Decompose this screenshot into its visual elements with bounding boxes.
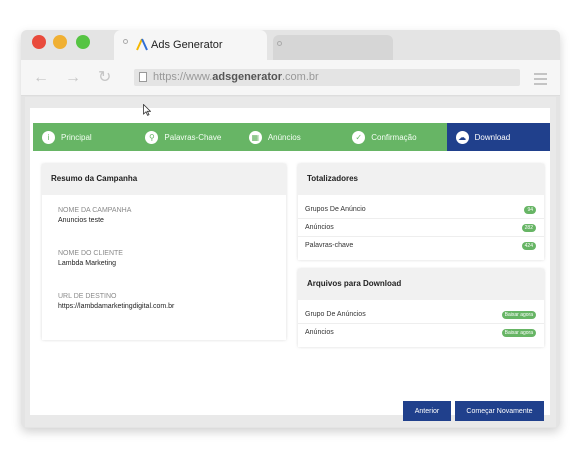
step-palavras-chave[interactable]: ⚲ Palavras-Chave [136, 123, 239, 151]
totals-card: Totalizadores Grupos De Anúncio 94 Anúnc… [298, 164, 544, 260]
downloads-list: Grupo De Anúncios Baixar agora Anúncios … [298, 300, 544, 342]
address-url: https://www.adsgenerator.com.br [153, 71, 319, 83]
card-title: Totalizadores [298, 164, 544, 195]
search-icon: ⚲ [145, 130, 159, 144]
minimize-window-button[interactable] [53, 35, 67, 49]
list-item: Palavras-chave 424 [298, 237, 544, 255]
check-circle-icon: ✓ [352, 130, 366, 144]
address-bar[interactable]: https://www.adsgenerator.com.br [134, 69, 520, 86]
step-principal[interactable]: i Principal [33, 123, 136, 151]
campaign-name-label: Nome da Campanha [58, 207, 132, 214]
tab-close-icon[interactable] [123, 39, 128, 44]
browser-tab-new[interactable] [273, 35, 393, 60]
close-window-button[interactable] [32, 35, 46, 49]
grid-icon: ▦ [248, 130, 262, 144]
file-label: Anúncios [305, 329, 334, 336]
count-badge: 424 [521, 242, 536, 250]
step-label: Principal [61, 132, 92, 142]
document-icon [139, 72, 147, 82]
step-label: Confirmação [371, 132, 417, 142]
total-label: Grupos De Anúncio [305, 206, 366, 213]
client-name-label: Nome do Cliente [58, 250, 123, 257]
wizard-steps: i Principal ⚲ Palavras-Chave ▦ Anúncios … [33, 123, 551, 151]
mouse-cursor-icon [143, 104, 151, 116]
ads-generator-logo-icon [136, 38, 148, 51]
totals-list: Grupos De Anúncio 94 Anúncios 282 Palavr… [298, 195, 544, 255]
card-title: Arquivos para Download [298, 269, 544, 300]
back-arrow-icon[interactable]: ← [33, 70, 49, 86]
step-download[interactable]: ☁ Download [446, 123, 551, 151]
previous-button[interactable]: Anterior [403, 401, 451, 421]
forward-arrow-icon[interactable]: → [65, 70, 81, 86]
maximize-window-button[interactable] [76, 35, 90, 49]
list-item: Grupo De Anúncios Baixar agora [298, 306, 544, 324]
tab-title: Ads Generator [151, 39, 223, 51]
card-title: Resumo da Campanha [42, 164, 286, 195]
count-badge: 282 [521, 224, 536, 232]
step-confirmacao[interactable]: ✓ Confirmação [343, 123, 446, 151]
download-now-button[interactable]: Baixar agora [501, 311, 536, 319]
new-tab-icon[interactable] [277, 41, 282, 46]
downloads-card: Arquivos para Download Grupo De Anúncios… [298, 269, 544, 347]
browser-tab-active[interactable]: Ads Generator [114, 30, 267, 60]
info-icon: i [42, 130, 55, 144]
campaign-summary-card: Resumo da Campanha Nome da Campanha Anun… [42, 164, 286, 340]
viewport: i Principal ⚲ Palavras-Chave ▦ Anúncios … [25, 97, 556, 427]
total-label: Anúncios [305, 224, 334, 231]
reload-icon[interactable]: ↻ [98, 70, 111, 86]
step-label: Download [474, 132, 511, 142]
hamburger-menu-icon[interactable] [534, 73, 547, 88]
screen: Ads Generator ← → ↻ https://www.adsgener… [0, 0, 580, 464]
wizard-page: i Principal ⚲ Palavras-Chave ▦ Anúncios … [30, 108, 551, 421]
file-label: Grupo De Anúncios [305, 311, 366, 318]
campaign-name-value: Anuncios teste [58, 217, 104, 224]
browser-window: Ads Generator ← → ↻ https://www.adsgener… [21, 30, 560, 428]
step-anuncios[interactable]: ▦ Anúncios [240, 123, 343, 151]
list-item: Anúncios 282 [298, 219, 544, 237]
destination-url-value: https://lambdamarketingdigital.com.br [58, 303, 175, 310]
destination-url-label: URL de Destino [58, 293, 117, 300]
step-label: Palavras-Chave [164, 132, 222, 142]
client-name-value: Lambda Marketing [58, 260, 116, 267]
count-badge: 94 [524, 206, 536, 214]
total-label: Palavras-chave [305, 242, 354, 249]
list-item: Grupos De Anúncio 94 [298, 201, 544, 219]
list-item: Anúncios Baixar agora [298, 324, 544, 342]
download-now-button[interactable]: Baixar agora [501, 329, 536, 337]
step-label: Anúncios [267, 132, 301, 142]
restart-button[interactable]: Começar Novamente [455, 401, 544, 421]
cloud-download-icon: ☁ [455, 130, 469, 144]
